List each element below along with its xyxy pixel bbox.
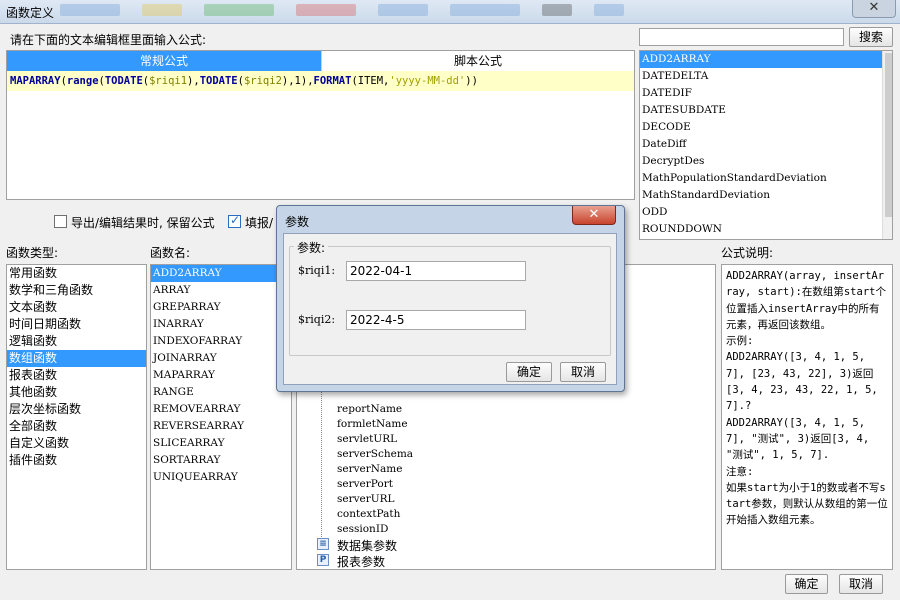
background-toolbar: [60, 4, 820, 20]
formula-token: range: [66, 75, 99, 87]
list-item[interactable]: INARRAY: [151, 316, 291, 333]
keep-formula-label: 导出/编辑结果时, 保留公式: [71, 216, 215, 230]
tree-line: [321, 389, 322, 539]
formula-token: $riqi2: [243, 75, 282, 87]
function-name-list[interactable]: ADD2ARRAY ARRAY GREPARRAY INARRAY INDEXO…: [150, 264, 292, 570]
list-item[interactable]: DECODE: [640, 119, 892, 136]
list-item[interactable]: ODD: [640, 204, 892, 221]
function-names-header: 函数名:: [150, 246, 191, 260]
tree-node[interactable]: servletURL: [337, 432, 397, 447]
list-item[interactable]: 时间日期函数: [7, 316, 146, 333]
tree-node[interactable]: serverSchema: [337, 447, 413, 462]
list-item[interactable]: DATESUBDATE: [640, 102, 892, 119]
editor-prompt: 请在下面的文本编辑框里面输入公式:: [10, 33, 207, 47]
window-close-button[interactable]: ✕: [852, 0, 896, 18]
search-input[interactable]: [639, 28, 844, 46]
dialog-cancel-button[interactable]: 取消: [560, 362, 606, 382]
list-item[interactable]: ADD2ARRAY: [151, 265, 291, 282]
description-text: ADD2ARRAY(array, insertArray, start):在数组…: [726, 270, 888, 527]
list-item[interactable]: SLICEARRAY: [151, 435, 291, 452]
param-input-riqi1[interactable]: 2022-04-1: [346, 261, 526, 281]
report-param-icon: P: [317, 554, 329, 566]
list-item[interactable]: 层次坐标函数: [7, 401, 146, 418]
dataset-icon: ≡: [317, 538, 329, 550]
window-titlebar: 函数定义: [0, 0, 900, 24]
formula-token: 'yyyy-MM-dd': [389, 75, 466, 87]
list-item[interactable]: 其他函数: [7, 384, 146, 401]
tab-regular-formula[interactable]: 常规公式: [7, 51, 321, 71]
fill-label: 填报/: [245, 216, 274, 230]
list-item[interactable]: 报表函数: [7, 367, 146, 384]
window-title: 函数定义: [6, 6, 55, 20]
list-item[interactable]: 逻辑函数: [7, 333, 146, 350]
category-list[interactable]: 常用函数 数学和三角函数 文本函数 时间日期函数 逻辑函数 数组函数 报表函数 …: [6, 264, 147, 570]
categories-header: 函数类型:: [6, 246, 59, 260]
param-label-riqi1: $riqi1:: [298, 264, 336, 277]
cancel-button[interactable]: 取消: [839, 574, 883, 594]
formula-token: $riqi1: [149, 75, 188, 87]
list-item[interactable]: 全部函数: [7, 418, 146, 435]
description-header: 公式说明:: [721, 246, 774, 260]
tab-script-formula[interactable]: 脚本公式: [321, 51, 634, 71]
description-panel: ADD2ARRAY(array, insertArray, start):在数组…: [721, 264, 893, 570]
formula-token: MAPARRAY: [10, 75, 61, 87]
list-item[interactable]: UNIQUEARRAY: [151, 469, 291, 486]
tree-node-report-params[interactable]: 报表参数: [337, 553, 385, 569]
list-item[interactable]: 自定义函数: [7, 435, 146, 452]
tree-node[interactable]: formletName: [337, 417, 408, 432]
list-item[interactable]: DecryptDes: [640, 153, 892, 170]
formula-token: (ITEM,: [351, 75, 390, 87]
list-item[interactable]: REVERSEARRAY: [151, 418, 291, 435]
list-item[interactable]: MathPopulationStandardDeviation: [640, 170, 892, 187]
formula-token: TODATE: [199, 75, 238, 87]
tree-node[interactable]: contextPath: [337, 507, 400, 522]
dialog-close-button[interactable]: ✕: [572, 206, 616, 225]
dialog-title: 参数: [285, 215, 310, 229]
tree-node[interactable]: reportName: [337, 402, 402, 417]
formula-token: )): [465, 75, 478, 87]
formula-token: ),1),: [281, 75, 314, 87]
list-item[interactable]: 插件函数: [7, 452, 146, 469]
formula-token: FORMAT: [313, 75, 352, 87]
tree-node-dataset-params[interactable]: 数据集参数: [337, 537, 397, 554]
list-item[interactable]: DATEDIF: [640, 85, 892, 102]
formula-token: ),: [187, 75, 200, 87]
parameter-group-label: 参数:: [294, 239, 329, 256]
dialog-body: 参数: $riqi1: 2022-04-1 $riqi2: 2022-4-5 确…: [283, 233, 617, 385]
list-item[interactable]: MathStandardDeviation: [640, 187, 892, 204]
search-button[interactable]: 搜索: [849, 27, 893, 47]
list-item[interactable]: 数学和三角函数: [7, 282, 146, 299]
list-item[interactable]: 文本函数: [7, 299, 146, 316]
list-item[interactable]: SORTARRAY: [151, 452, 291, 469]
list-item[interactable]: ROUNDDOWN: [640, 221, 892, 238]
tree-node[interactable]: sessionID: [337, 522, 388, 537]
dialog-ok-button[interactable]: 确定: [506, 362, 552, 382]
param-label-riqi2: $riqi2:: [298, 313, 336, 326]
formula-token: TODATE: [104, 75, 143, 87]
function-list-scrollbar[interactable]: [882, 51, 892, 239]
tree-node[interactable]: serverName: [337, 462, 402, 477]
list-item[interactable]: DATEDELTA: [640, 68, 892, 85]
list-item[interactable]: INDEXOFARRAY: [151, 333, 291, 350]
list-item[interactable]: ADD2ARRAY: [640, 51, 882, 68]
formula-text[interactable]: MAPARRAY(range(TODATE($riqi1),TODATE($ri…: [7, 71, 634, 91]
parameter-dialog: 参数 ✕ 参数: $riqi1: 2022-04-1 $riqi2: 2022-…: [276, 205, 625, 392]
tree-node[interactable]: serverURL: [337, 492, 395, 507]
param-input-riqi2[interactable]: 2022-4-5: [346, 310, 526, 330]
list-item[interactable]: 数组函数: [7, 350, 146, 367]
tree-node[interactable]: serverPort: [337, 477, 393, 492]
list-item[interactable]: MAPARRAY: [151, 367, 291, 384]
list-item[interactable]: JOINARRAY: [151, 350, 291, 367]
function-search-list[interactable]: ADD2ARRAY DATEDELTA DATEDIF DATESUBDATE …: [639, 50, 893, 240]
list-item[interactable]: ARRAY: [151, 282, 291, 299]
list-item[interactable]: 常用函数: [7, 265, 146, 282]
scroll-thumb[interactable]: [885, 53, 892, 217]
list-item[interactable]: RANGE: [151, 384, 291, 401]
list-item[interactable]: GREPARRAY: [151, 299, 291, 316]
list-item[interactable]: DateDiff: [640, 136, 892, 153]
keep-formula-checkbox[interactable]: [54, 215, 67, 228]
fill-checkbox[interactable]: [228, 213, 241, 228]
ok-button[interactable]: 确定: [785, 574, 828, 594]
list-item[interactable]: REMOVEARRAY: [151, 401, 291, 418]
